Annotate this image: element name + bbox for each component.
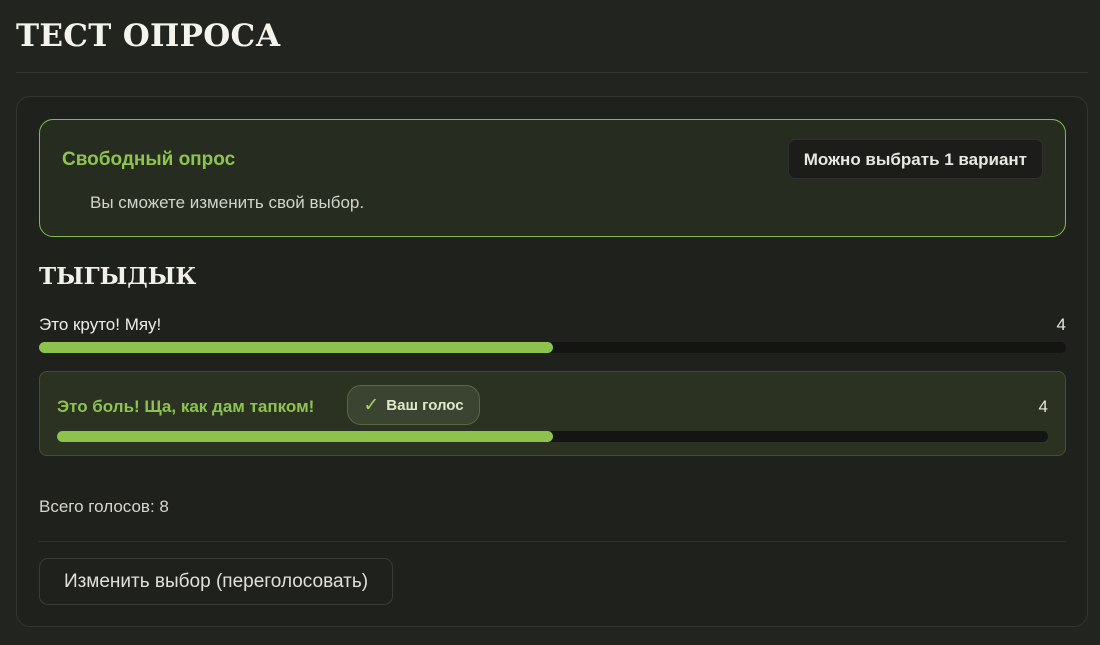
option-result-bar-fill <box>39 342 553 353</box>
option-label: Это круто! Мяу! <box>39 315 162 334</box>
poll-option-selected[interactable]: Это боль! Ща, как дам тапком! ✓ Ваш голо… <box>39 371 1066 456</box>
option-result-bar <box>57 431 1048 442</box>
poll-type-heading: Свободный опрос <box>62 149 236 170</box>
footer-divider <box>39 541 1066 542</box>
option-vote-count: 4 <box>1056 315 1066 334</box>
option-result-bar <box>39 342 1066 353</box>
poll-info-box: Свободный опрос Можно выбрать 1 вариант … <box>39 119 1066 237</box>
title-divider <box>16 72 1088 73</box>
change-vote-note: Вы сможете изменить свой выбор. <box>90 193 365 212</box>
option-result-bar-fill <box>57 431 553 442</box>
poll-card: Свободный опрос Можно выбрать 1 вариант … <box>16 96 1088 627</box>
your-vote-badge: ✓ Ваш голос <box>347 385 480 425</box>
total-votes: Всего голосов: 8 <box>39 497 169 516</box>
your-vote-label: Ваш голос <box>386 396 464 414</box>
check-icon: ✓ <box>363 394 380 416</box>
poll-option[interactable]: Это круто! Мяу! 4 <box>39 313 1066 355</box>
question-title: ТЫГЫДЫК <box>39 263 197 290</box>
option-vote-count: 4 <box>1038 397 1048 416</box>
option-label: Это боль! Ща, как дам тапком! <box>57 397 315 416</box>
choice-limit-badge: Можно выбрать 1 вариант <box>787 139 1043 179</box>
page-title: ТЕСТ ОПРОСА <box>16 18 282 54</box>
revote-button[interactable]: Изменить выбор (переголосовать) <box>39 558 393 605</box>
